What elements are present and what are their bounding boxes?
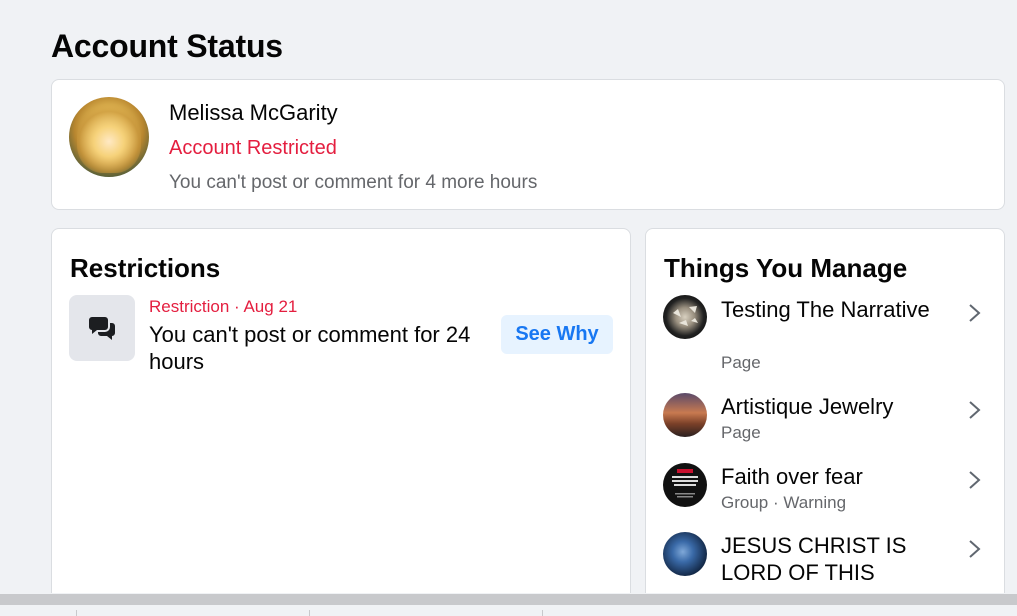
- things-you-manage-card: Things You Manage Testing The Narrative …: [645, 228, 1005, 608]
- managed-item-name: Faith over fear: [721, 464, 863, 489]
- restrictions-card: Restrictions Restriction · Aug 21 You ca…: [51, 228, 631, 608]
- horizontal-scrollbar[interactable]: [0, 594, 1017, 605]
- restriction-icon-box: [69, 295, 135, 361]
- chevron-right-icon: [969, 304, 981, 322]
- manage-title: Things You Manage: [664, 253, 908, 283]
- divider: [542, 610, 543, 616]
- managed-item-type: Group · Warning: [721, 493, 847, 512]
- page-avatar: [663, 295, 707, 339]
- list-item[interactable]: Faith over fear Group · Warning: [646, 462, 1004, 518]
- status-badge: Account Restricted: [169, 137, 337, 159]
- status-description: You can't post or comment for 4 more hou…: [169, 172, 538, 193]
- restriction-meta: Restriction · Aug 21: [149, 297, 298, 316]
- account-status-card: Melissa McGarity Account Restricted You …: [51, 79, 1005, 210]
- list-item[interactable]: Artistique Jewelry Page: [646, 392, 1004, 448]
- chevron-right-icon: [969, 401, 981, 419]
- managed-item-name: JESUS CHRIST IS LORD OF THIS: [721, 533, 907, 585]
- managed-item-type: Page: [721, 423, 761, 442]
- divider: [309, 610, 310, 616]
- see-why-button[interactable]: See Why: [501, 315, 613, 354]
- restrictions-title: Restrictions: [70, 253, 221, 283]
- managed-item-type: Page: [721, 353, 761, 372]
- chevron-right-icon: [969, 540, 981, 558]
- group-avatar: [663, 463, 707, 507]
- list-item[interactable]: Testing The Narrative Page: [646, 295, 1004, 379]
- profile-name: Melissa McGarity: [169, 100, 338, 125]
- managed-item-name: Artistique Jewelry: [721, 394, 894, 419]
- chat-bubbles-icon: [89, 317, 115, 340]
- avatar[interactable]: [69, 97, 149, 177]
- page-title: Account Status: [51, 28, 283, 64]
- birds-image: [673, 306, 698, 326]
- divider: [76, 610, 77, 616]
- managed-item-name: Testing The Narrative: [721, 297, 930, 322]
- chevron-right-icon: [969, 471, 981, 489]
- restriction-text: You can't post or comment for 24 hours: [149, 322, 471, 374]
- page-avatar: [663, 393, 707, 437]
- text-poster-image: [672, 469, 698, 498]
- group-avatar: [663, 532, 707, 576]
